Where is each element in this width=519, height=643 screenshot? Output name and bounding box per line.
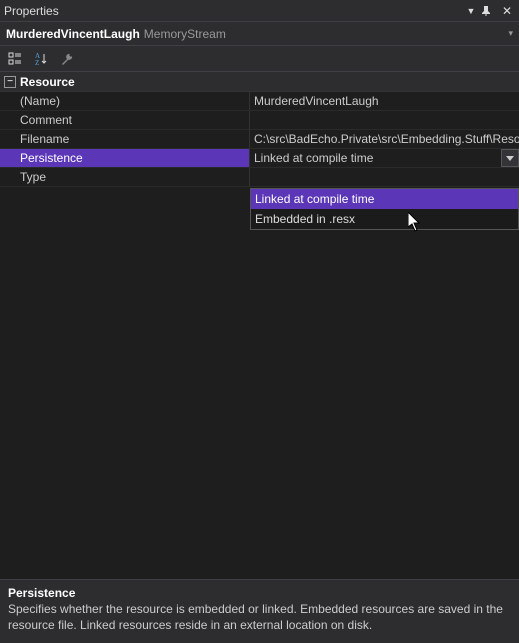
property-value-text: Linked at compile time [254, 151, 373, 165]
description-text: Specifies whether the resource is embedd… [8, 602, 511, 633]
property-row-name[interactable]: (Name) MurderedVincentLaugh [0, 92, 519, 111]
wrench-icon[interactable] [56, 48, 78, 70]
object-type: MemoryStream [144, 27, 226, 41]
properties-toolbar: A Z [0, 46, 519, 72]
property-label: Type [0, 168, 250, 186]
property-label: Persistence [0, 149, 250, 167]
property-row-filename[interactable]: Filename C:\src\BadEcho.Private\src\Embe… [0, 130, 519, 149]
title-bar: Properties ▼ ✕ [0, 0, 519, 22]
pin-icon[interactable] [481, 6, 497, 16]
category-row[interactable]: − Resource [0, 72, 519, 92]
alphabetical-icon[interactable]: A Z [30, 48, 52, 70]
property-value[interactable] [250, 168, 519, 186]
property-row-type[interactable]: Type [0, 168, 519, 187]
property-row-comment[interactable]: Comment [0, 111, 519, 130]
property-label: (Name) [0, 92, 250, 110]
collapse-icon[interactable]: − [4, 76, 16, 88]
description-title: Persistence [8, 586, 511, 600]
svg-text:Z: Z [35, 59, 39, 66]
property-grid: − Resource (Name) MurderedVincentLaugh C… [0, 72, 519, 579]
description-panel: Persistence Specifies whether the resour… [0, 579, 519, 643]
property-value[interactable]: MurderedVincentLaugh [250, 92, 519, 110]
object-dropdown-icon[interactable]: ▾ [508, 28, 513, 39]
property-value[interactable]: Linked at compile time [250, 149, 519, 167]
window-controls: ▼ ✕ [463, 4, 515, 18]
property-value[interactable]: C:\src\BadEcho.Private\src\Embedding.Stu… [250, 130, 519, 148]
object-name: MurderedVincentLaugh [6, 27, 140, 41]
category-label: Resource [20, 75, 75, 89]
close-icon[interactable]: ✕ [499, 4, 515, 18]
object-selector[interactable]: MurderedVincentLaugh MemoryStream ▾ [0, 22, 519, 46]
dropdown-option[interactable]: Embedded in .resx [251, 209, 518, 229]
window-options-icon[interactable]: ▼ [463, 6, 479, 16]
property-label: Filename [0, 130, 250, 148]
property-label: Comment [0, 111, 250, 129]
dropdown-option[interactable]: Linked at compile time [251, 189, 518, 209]
window-title: Properties [4, 4, 463, 18]
property-value[interactable] [250, 111, 519, 129]
categorized-icon[interactable] [4, 48, 26, 70]
persistence-dropdown[interactable]: Linked at compile time Embedded in .resx [250, 188, 519, 230]
dropdown-button-icon[interactable] [501, 149, 519, 167]
property-row-persistence[interactable]: Persistence Linked at compile time [0, 149, 519, 168]
